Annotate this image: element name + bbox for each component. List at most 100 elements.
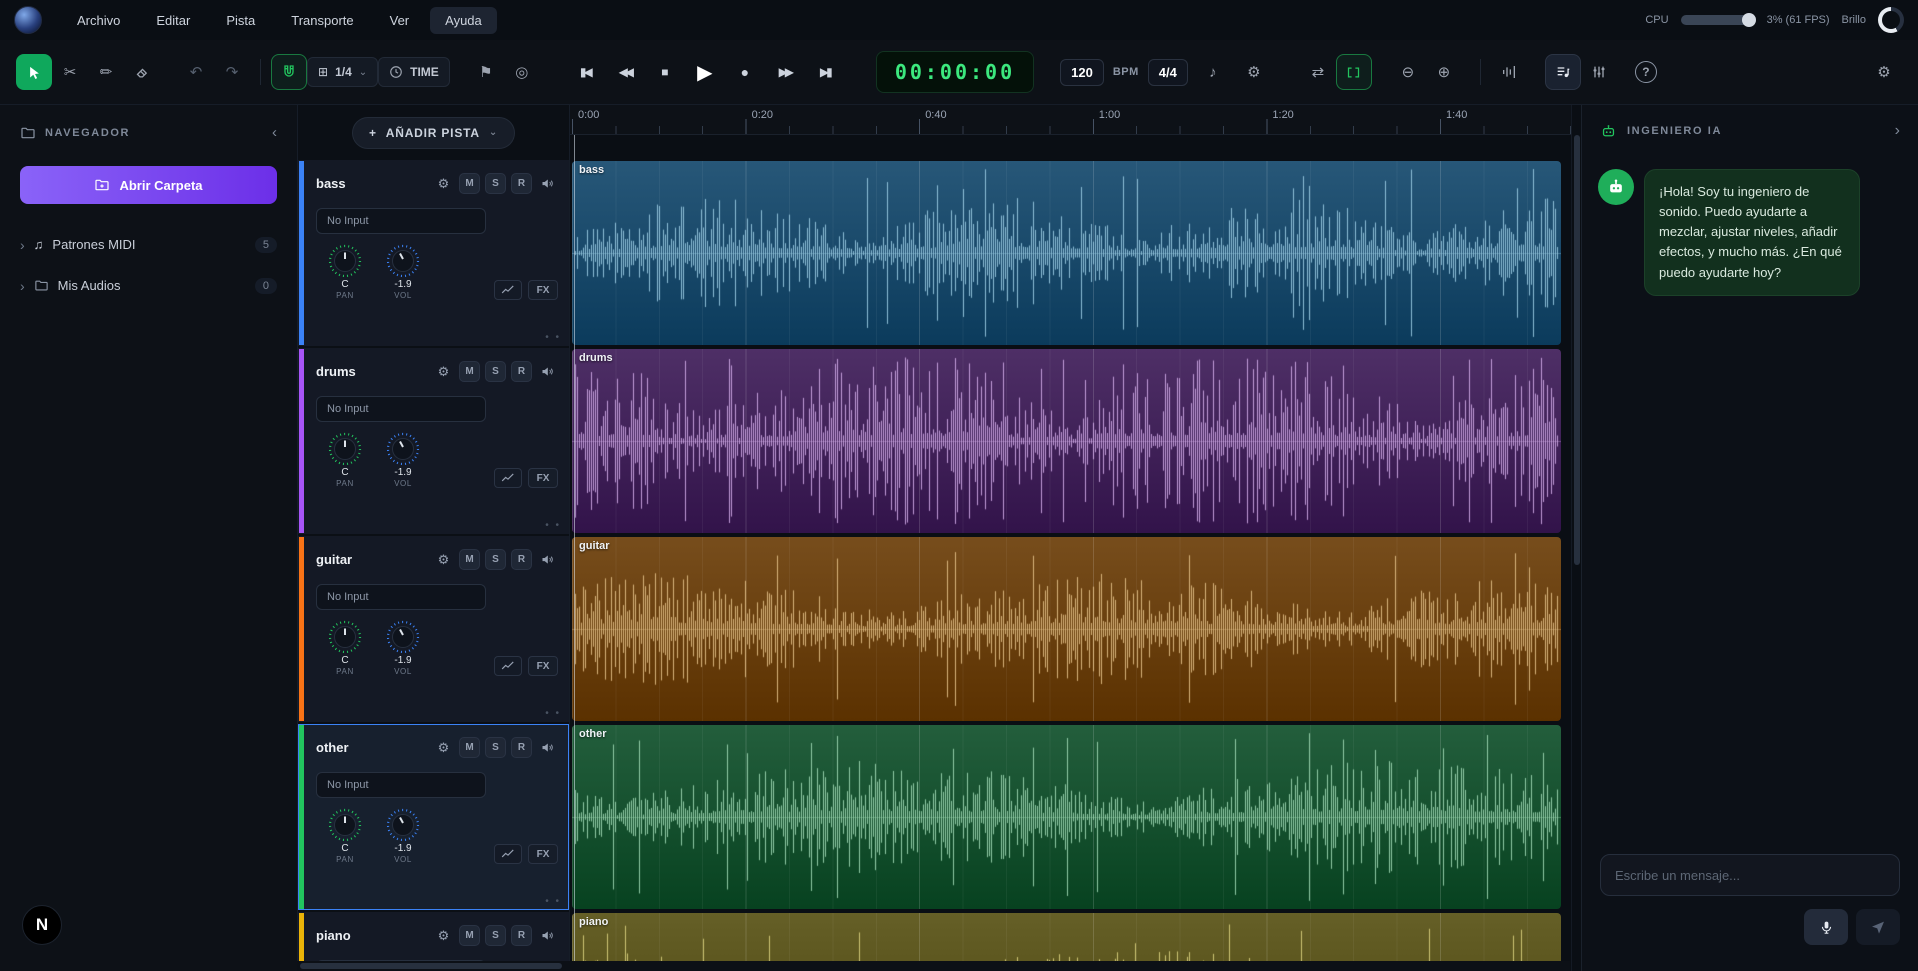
track-record-arm-button[interactable]: R xyxy=(511,361,532,382)
track-settings-icon[interactable]: ⚙ xyxy=(433,173,454,194)
cpu-slider[interactable] xyxy=(1681,15,1755,25)
sidebar-item-midi-patterns[interactable]: › ♫ Patrones MIDI 5 xyxy=(0,224,297,265)
time-mode-dropdown[interactable]: TIME xyxy=(378,57,450,87)
fx-button[interactable]: FX xyxy=(528,656,558,676)
menu-pista[interactable]: Pista xyxy=(211,7,270,34)
track-mute-button[interactable]: M xyxy=(459,173,480,194)
grid-size-dropdown[interactable]: ⊞ 1/4 ⌄ xyxy=(307,57,378,87)
zoom-out-button[interactable]: ⊖ xyxy=(1390,54,1426,90)
skip-to-end-button[interactable]: ▶▮ xyxy=(806,54,844,90)
track-row[interactable]: drums ⚙ M S R No Input C PAN xyxy=(298,348,569,534)
fast-forward-button[interactable]: ▶▶ xyxy=(766,54,804,90)
volume-knob[interactable]: -1.9 VOL xyxy=(374,808,432,864)
redo-button[interactable]: ↷ xyxy=(214,54,250,90)
menu-transporte[interactable]: Transporte xyxy=(276,7,368,34)
menu-archivo[interactable]: Archivo xyxy=(62,7,135,34)
volume-knob[interactable]: -1.9 VOL xyxy=(374,432,432,488)
audio-clip[interactable]: drums xyxy=(572,349,1561,533)
cut-tool-button[interactable]: ✂ xyxy=(52,54,88,90)
volume-knob[interactable]: -1.9 VOL xyxy=(374,244,432,300)
open-folder-button[interactable]: Abrir Carpeta xyxy=(20,166,277,204)
track-speaker-icon[interactable] xyxy=(537,173,558,194)
sidebar-item-my-audios[interactable]: › Mis Audios 0 xyxy=(0,265,297,306)
fx-button[interactable]: FX xyxy=(528,468,558,488)
vertical-scrollbar[interactable] xyxy=(1571,105,1581,971)
track-speaker-icon[interactable] xyxy=(537,925,558,946)
erase-tool-button[interactable] xyxy=(124,54,160,90)
track-settings-icon[interactable]: ⚙ xyxy=(433,361,454,382)
settings-button[interactable]: ⚙ xyxy=(1866,54,1902,90)
time-ruler[interactable]: 0:000:200:401:001:201:40 xyxy=(570,105,1571,135)
pan-knob[interactable]: C PAN xyxy=(316,620,374,676)
app-logo-icon[interactable] xyxy=(14,6,42,34)
automation-button[interactable] xyxy=(494,468,522,488)
track-row[interactable]: bass ⚙ M S R No Input C PAN xyxy=(298,160,569,346)
metronome-note-button[interactable]: ♪ xyxy=(1197,54,1229,90)
automation-button[interactable] xyxy=(494,844,522,864)
track-resize-handle[interactable]: • • xyxy=(545,708,561,719)
track-speaker-icon[interactable] xyxy=(537,737,558,758)
track-row[interactable]: other ⚙ M S R No Input C PAN xyxy=(298,724,569,910)
tempo-settings-button[interactable]: ⚙ xyxy=(1238,54,1270,90)
track-mute-button[interactable]: M xyxy=(459,925,480,946)
track-resize-handle[interactable]: • • xyxy=(545,896,561,907)
track-mute-button[interactable]: M xyxy=(459,361,480,382)
voice-input-button[interactable] xyxy=(1804,909,1848,945)
cpu-slider-thumb[interactable] xyxy=(1742,13,1756,27)
track-resize-handle[interactable]: • • xyxy=(545,332,561,343)
track-solo-button[interactable]: S xyxy=(485,361,506,382)
track-speaker-icon[interactable] xyxy=(537,549,558,570)
mixer-view-button[interactable] xyxy=(1581,54,1617,90)
repeat-toggle-button[interactable]: ⇄ xyxy=(1300,54,1336,90)
tempo-input[interactable]: 120 xyxy=(1060,59,1104,86)
time-signature-input[interactable]: 4/4 xyxy=(1148,59,1188,86)
track-speaker-icon[interactable] xyxy=(537,361,558,382)
menu-ayuda[interactable]: Ayuda xyxy=(430,7,497,34)
track-solo-button[interactable]: S xyxy=(485,925,506,946)
fx-button[interactable]: FX xyxy=(528,844,558,864)
horizontal-scrollbar-thumb[interactable] xyxy=(300,963,562,969)
stop-button[interactable]: ■ xyxy=(646,54,684,90)
skip-to-start-button[interactable]: ▮◀ xyxy=(566,54,604,90)
send-message-button[interactable] xyxy=(1856,909,1900,945)
track-input-selector[interactable]: No Input xyxy=(316,584,486,610)
rewind-button[interactable]: ◀◀ xyxy=(606,54,644,90)
track-resize-handle[interactable]: • • xyxy=(545,520,561,531)
metronome-button[interactable]: ◎ xyxy=(504,54,540,90)
pan-knob[interactable]: C PAN xyxy=(316,432,374,488)
pan-knob[interactable]: C PAN xyxy=(316,808,374,864)
track-record-arm-button[interactable]: R xyxy=(511,173,532,194)
fx-button[interactable]: FX xyxy=(528,280,558,300)
undo-button[interactable]: ↶ xyxy=(178,54,214,90)
play-button[interactable]: ▶ xyxy=(686,54,724,90)
track-mute-button[interactable]: M xyxy=(459,549,480,570)
vertical-scrollbar-thumb[interactable] xyxy=(1574,135,1580,565)
brightness-dial[interactable] xyxy=(1878,7,1904,33)
automation-button[interactable] xyxy=(494,280,522,300)
track-settings-icon[interactable]: ⚙ xyxy=(433,925,454,946)
marker-flag-button[interactable]: ⚑ xyxy=(468,54,504,90)
volume-knob[interactable]: -1.9 VOL xyxy=(374,620,432,676)
collapse-panel-icon[interactable]: ‹ xyxy=(272,124,277,141)
track-settings-icon[interactable]: ⚙ xyxy=(433,737,454,758)
horizontal-scrollbar[interactable] xyxy=(297,961,1570,971)
pan-knob[interactable]: C PAN xyxy=(316,244,374,300)
add-track-button[interactable]: + AÑADIR PISTA ⌄ xyxy=(352,117,515,149)
audio-clip[interactable]: other xyxy=(572,725,1561,909)
playhead[interactable] xyxy=(574,135,575,971)
brand-logo[interactable]: N xyxy=(22,905,62,945)
record-button[interactable]: ● xyxy=(726,54,764,90)
audio-clip[interactable]: bass xyxy=(572,161,1561,345)
track-solo-button[interactable]: S xyxy=(485,173,506,194)
chat-message-input[interactable] xyxy=(1600,854,1900,896)
meter-view-button[interactable] xyxy=(1491,54,1527,90)
help-button[interactable]: ? xyxy=(1635,61,1657,83)
track-input-selector[interactable]: No Input xyxy=(316,208,486,234)
collapse-panel-icon[interactable]: › xyxy=(1895,122,1900,140)
track-mute-button[interactable]: M xyxy=(459,737,480,758)
track-input-selector[interactable]: No Input xyxy=(316,772,486,798)
track-settings-icon[interactable]: ⚙ xyxy=(433,549,454,570)
select-tool-button[interactable] xyxy=(16,54,52,90)
menu-editar[interactable]: Editar xyxy=(141,7,205,34)
track-input-selector[interactable]: No Input xyxy=(316,396,486,422)
